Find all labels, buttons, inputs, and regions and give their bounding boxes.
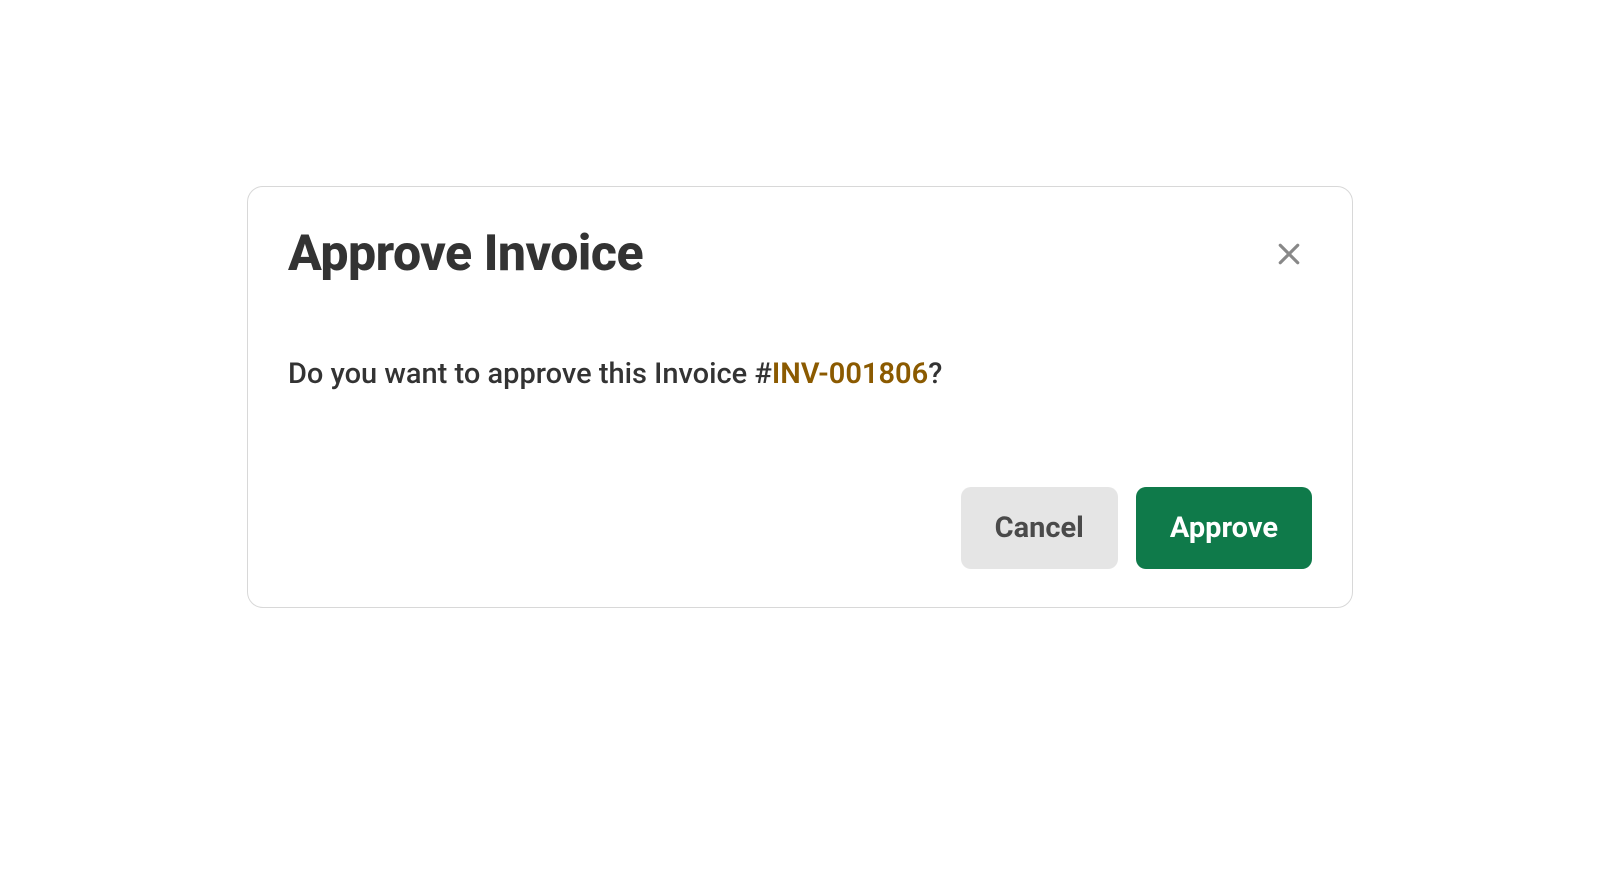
dialog-body: Do you want to approve this Invoice #INV…	[288, 357, 1312, 391]
approve-invoice-dialog: Approve Invoice Do you want to approve t…	[247, 186, 1353, 608]
dialog-footer: Cancel Approve	[288, 487, 1312, 569]
close-button[interactable]	[1266, 231, 1312, 280]
body-prefix: Do you want to approve this Invoice #	[288, 357, 772, 391]
close-icon	[1274, 239, 1304, 272]
dialog-header: Approve Invoice	[288, 225, 1312, 283]
invoice-number: INV-001806	[772, 357, 928, 391]
body-suffix: ?	[928, 357, 942, 391]
approve-button[interactable]: Approve	[1136, 487, 1312, 569]
dialog-title: Approve Invoice	[288, 225, 643, 283]
cancel-button[interactable]: Cancel	[961, 487, 1118, 569]
